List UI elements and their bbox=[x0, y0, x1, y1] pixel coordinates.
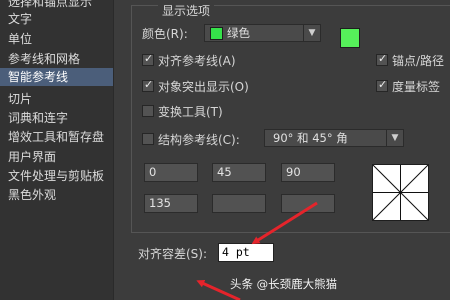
sidebar-item-slices[interactable]: 切片 bbox=[0, 90, 113, 108]
anchor-path-checkbox[interactable]: ✓ bbox=[376, 52, 388, 66]
angle-field-3[interactable]: 90 bbox=[281, 163, 335, 182]
color-swatch-icon bbox=[210, 27, 223, 40]
angle-field-5[interactable] bbox=[212, 194, 266, 213]
sidebar-item-user-interface[interactable]: 用户界面 bbox=[0, 148, 113, 166]
angle-field-1[interactable]: 0 bbox=[144, 163, 198, 182]
sidebar-item-file-clipboard[interactable]: 文件处理与剪贴板 bbox=[0, 167, 113, 185]
preferences-sidebar: 选择和锚点显示 文字 单位 参考线和网格 智能参考线 切片 词典和连字 增效工具… bbox=[0, 0, 114, 300]
sidebar-item-hyphenation[interactable]: 词典和连字 bbox=[0, 109, 113, 127]
chevron-down-icon: ▼ bbox=[386, 130, 403, 146]
sidebar-item-type[interactable]: 文字 bbox=[0, 10, 113, 28]
angle-preset-select[interactable]: 90° 和 45° 角 ▼ bbox=[264, 129, 404, 147]
smart-guides-panel: 显示选项 颜色(R): 绿色 ▼ ✓ 对齐参考线(A) ✓ 锚点/路径 ✓ 对象… bbox=[113, 0, 450, 300]
check-icon: ✓ bbox=[144, 78, 154, 91]
angle-preview-icon bbox=[372, 164, 429, 221]
transform-tools-label: 变换工具(T) bbox=[158, 105, 223, 119]
sidebar-item-guides-grid[interactable]: 参考线和网格 bbox=[0, 50, 113, 68]
measure-label-text: 度量标签 bbox=[392, 80, 441, 94]
object-highlight-checkbox[interactable]: ✓ bbox=[142, 78, 154, 92]
check-icon: ✓ bbox=[378, 78, 388, 91]
display-options-group: 显示选项 颜色(R): 绿色 ▼ ✓ 对齐参考线(A) ✓ 锚点/路径 ✓ 对象… bbox=[131, 2, 450, 233]
anchor-path-label: 锚点/路径 bbox=[392, 54, 445, 68]
group-title: 显示选项 bbox=[158, 2, 215, 19]
angle-field-4[interactable]: 135 bbox=[144, 194, 198, 213]
angle-field-2[interactable]: 45 bbox=[212, 163, 266, 182]
color-select-value: 绿色 bbox=[227, 26, 250, 40]
sidebar-item-smart-guides[interactable]: 智能参考线 bbox=[0, 68, 113, 86]
check-icon: ✓ bbox=[378, 52, 388, 65]
construction-guides-label: 结构参考线(C): bbox=[158, 133, 240, 147]
sidebar-item-plugins-scratch[interactable]: 增效工具和暂存盘 bbox=[0, 128, 113, 146]
object-highlight-label: 对象突出显示(O) bbox=[158, 80, 249, 94]
check-icon: ✓ bbox=[144, 52, 154, 65]
sidebar-item-units[interactable]: 单位 bbox=[0, 30, 113, 48]
angle-lines-graphic bbox=[372, 164, 429, 221]
tolerance-input[interactable]: 4 pt bbox=[218, 243, 274, 262]
construction-guides-checkbox[interactable] bbox=[142, 133, 154, 145]
color-label: 颜色(R): bbox=[142, 27, 188, 41]
measure-label-checkbox[interactable]: ✓ bbox=[376, 78, 388, 92]
tolerance-label: 对齐容差(S): bbox=[138, 247, 208, 261]
align-guides-checkbox[interactable]: ✓ bbox=[142, 52, 154, 66]
transform-tools-checkbox[interactable] bbox=[142, 105, 154, 117]
color-select[interactable]: 绿色 ▼ bbox=[204, 24, 321, 42]
watermark-text: 头条 @长颈鹿大熊猫 bbox=[230, 277, 338, 291]
angle-field-6[interactable] bbox=[281, 194, 335, 213]
color-preview-box[interactable] bbox=[340, 28, 360, 48]
sidebar-item-black-appearance[interactable]: 黑色外观 bbox=[0, 186, 113, 204]
angle-preset-value: 90° 和 45° 角 bbox=[273, 131, 348, 145]
align-guides-label: 对齐参考线(A) bbox=[158, 54, 236, 68]
chevron-down-icon: ▼ bbox=[303, 25, 320, 41]
